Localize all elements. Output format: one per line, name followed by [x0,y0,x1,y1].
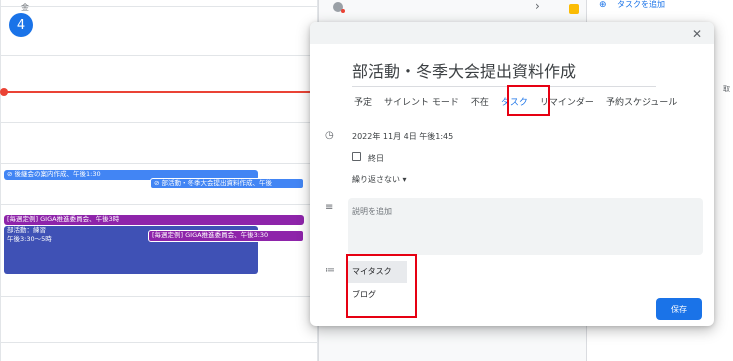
tab-do-not-disturb[interactable]: サイレント モード [378,92,465,111]
hour-line [0,204,318,205]
hour-line [0,6,318,7]
repeat-dropdown[interactable]: 繰り返さない ▾ [352,174,407,185]
all-day-checkbox[interactable] [352,152,361,161]
description-icon: ≡ [325,202,334,213]
tab-out-of-office[interactable]: 不在 [465,92,495,111]
calendar-event[interactable]: [毎週定例] GIGA推進委員会、午後3:30 [148,230,304,242]
highlight-box-task-list [346,254,417,318]
hour-line [0,55,318,56]
hour-line [0,122,318,123]
task-title-input[interactable]: 部活動・冬季大会提出資料作成 [352,58,656,87]
description-placeholder: 説明を追加 [352,207,392,216]
add-task-icon[interactable]: ⊕ [599,0,607,10]
all-day-label: 終日 [368,154,384,163]
date-time-field[interactable]: 2022年 11月 4日 午後1:45 [352,131,453,142]
calendar-day-column: 金 4 ⊘ 後継会の案内作成、午後1:30 ⊘ 部活動・冬季大会提出資料作成、午… [0,0,318,361]
description-field[interactable]: 説明を追加 [348,198,703,255]
save-button[interactable]: 保存 [656,298,702,320]
calendar-event[interactable]: ⊘ 部活動・冬季大会提出資料作成、午後 [150,178,304,189]
event-label: [毎週定例] GIGA推進委員会、午後3時 [7,215,120,223]
highlight-box-task-tab [507,85,550,116]
keep-icon[interactable] [569,4,579,14]
status-dot-icon [341,9,345,13]
task-list-icon: ≔ [325,265,335,276]
tab-event[interactable]: 予定 [348,92,378,111]
close-icon[interactable]: ✕ [692,27,702,41]
clock-icon: ◷ [325,130,334,141]
event-label: [毎週定例] GIGA推進委員会、午後3:30 [152,231,269,239]
tab-appointment-schedule[interactable]: 予約スケジュール [600,92,683,111]
current-time-line [4,91,318,93]
day-of-week-label: 金 [21,3,29,12]
hour-line [0,296,318,297]
side-edge-text: 取 [723,85,730,93]
chevron-right-icon[interactable]: › [535,0,540,13]
event-label: ⊘ 部活動・冬季大会提出資料作成、午後 [154,179,273,187]
add-task-button[interactable]: タスクを追加 [617,0,665,10]
quick-create-dialog: ✕ 部活動・冬季大会提出資料作成 予定 サイレント モード 不在 タスク リマイ… [310,22,714,326]
event-label: ⊘ 後継会の案内作成、午後1:30 [7,170,101,178]
hour-line [0,163,318,164]
day-number-badge[interactable]: 4 [9,13,33,37]
hour-line [0,342,318,343]
dialog-drag-header[interactable]: ✕ [310,22,714,44]
calendar-event[interactable]: [毎週定例] GIGA推進委員会、午後3時 [4,215,304,225]
